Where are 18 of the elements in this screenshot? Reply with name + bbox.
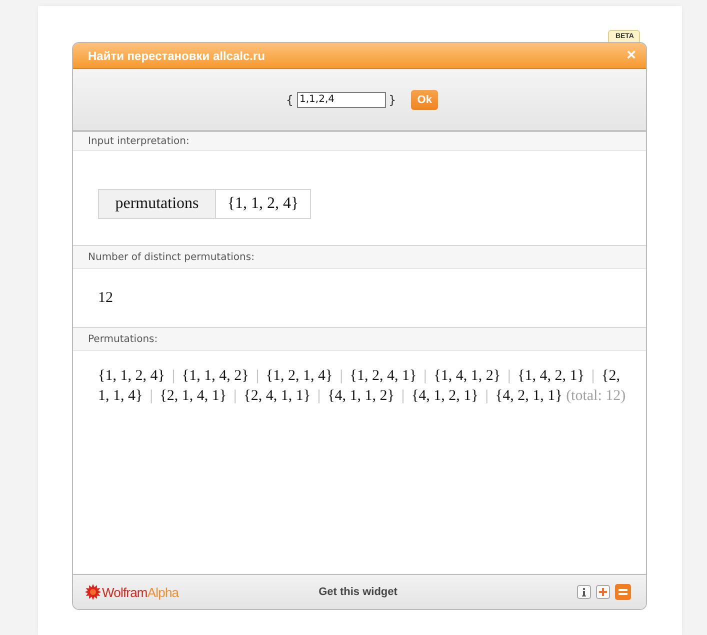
input-field[interactable]: 1,1,2,4 [296,92,386,108]
ok-button[interactable]: Ok [411,90,438,110]
info-icon[interactable] [577,585,591,599]
plus-icon[interactable] [596,585,610,599]
permutations-text: {1, 1, 2, 4} | {1, 1, 4, 2} | {1, 2, 1, 4} | {1, 2, 4, 1} | {1, 4, 1, 2} | {1, 4, 2, 1} | {2, 1, 1, 4} | {2, 1, 4, 1} | {2, 4, 1, 1} | {4, 1, 1, 2} | {4, 1, 2, 1} | {4, 2, 1, 1} (total: 12) [98,367,627,406]
bars-icon[interactable] [615,584,631,600]
logo-link[interactable]: WolframAlpha [85,584,179,600]
result-text: 12 [98,290,113,306]
window-title: Найти перестановки allcalc.ru [88,48,265,62]
table-cell: permutations [98,189,215,219]
starburst-icon [85,584,101,600]
pod-title: Permutations: [73,327,646,351]
pod-title: Number of distinct permutations: [73,245,646,269]
pod-title: Input interpretation: [73,132,646,151]
brace-text: } [388,92,396,106]
brace-text: { [286,92,294,106]
table-cell: {1, 1, 2, 4} [215,189,311,219]
get-widget-link[interactable]: Get this widget [318,586,398,598]
